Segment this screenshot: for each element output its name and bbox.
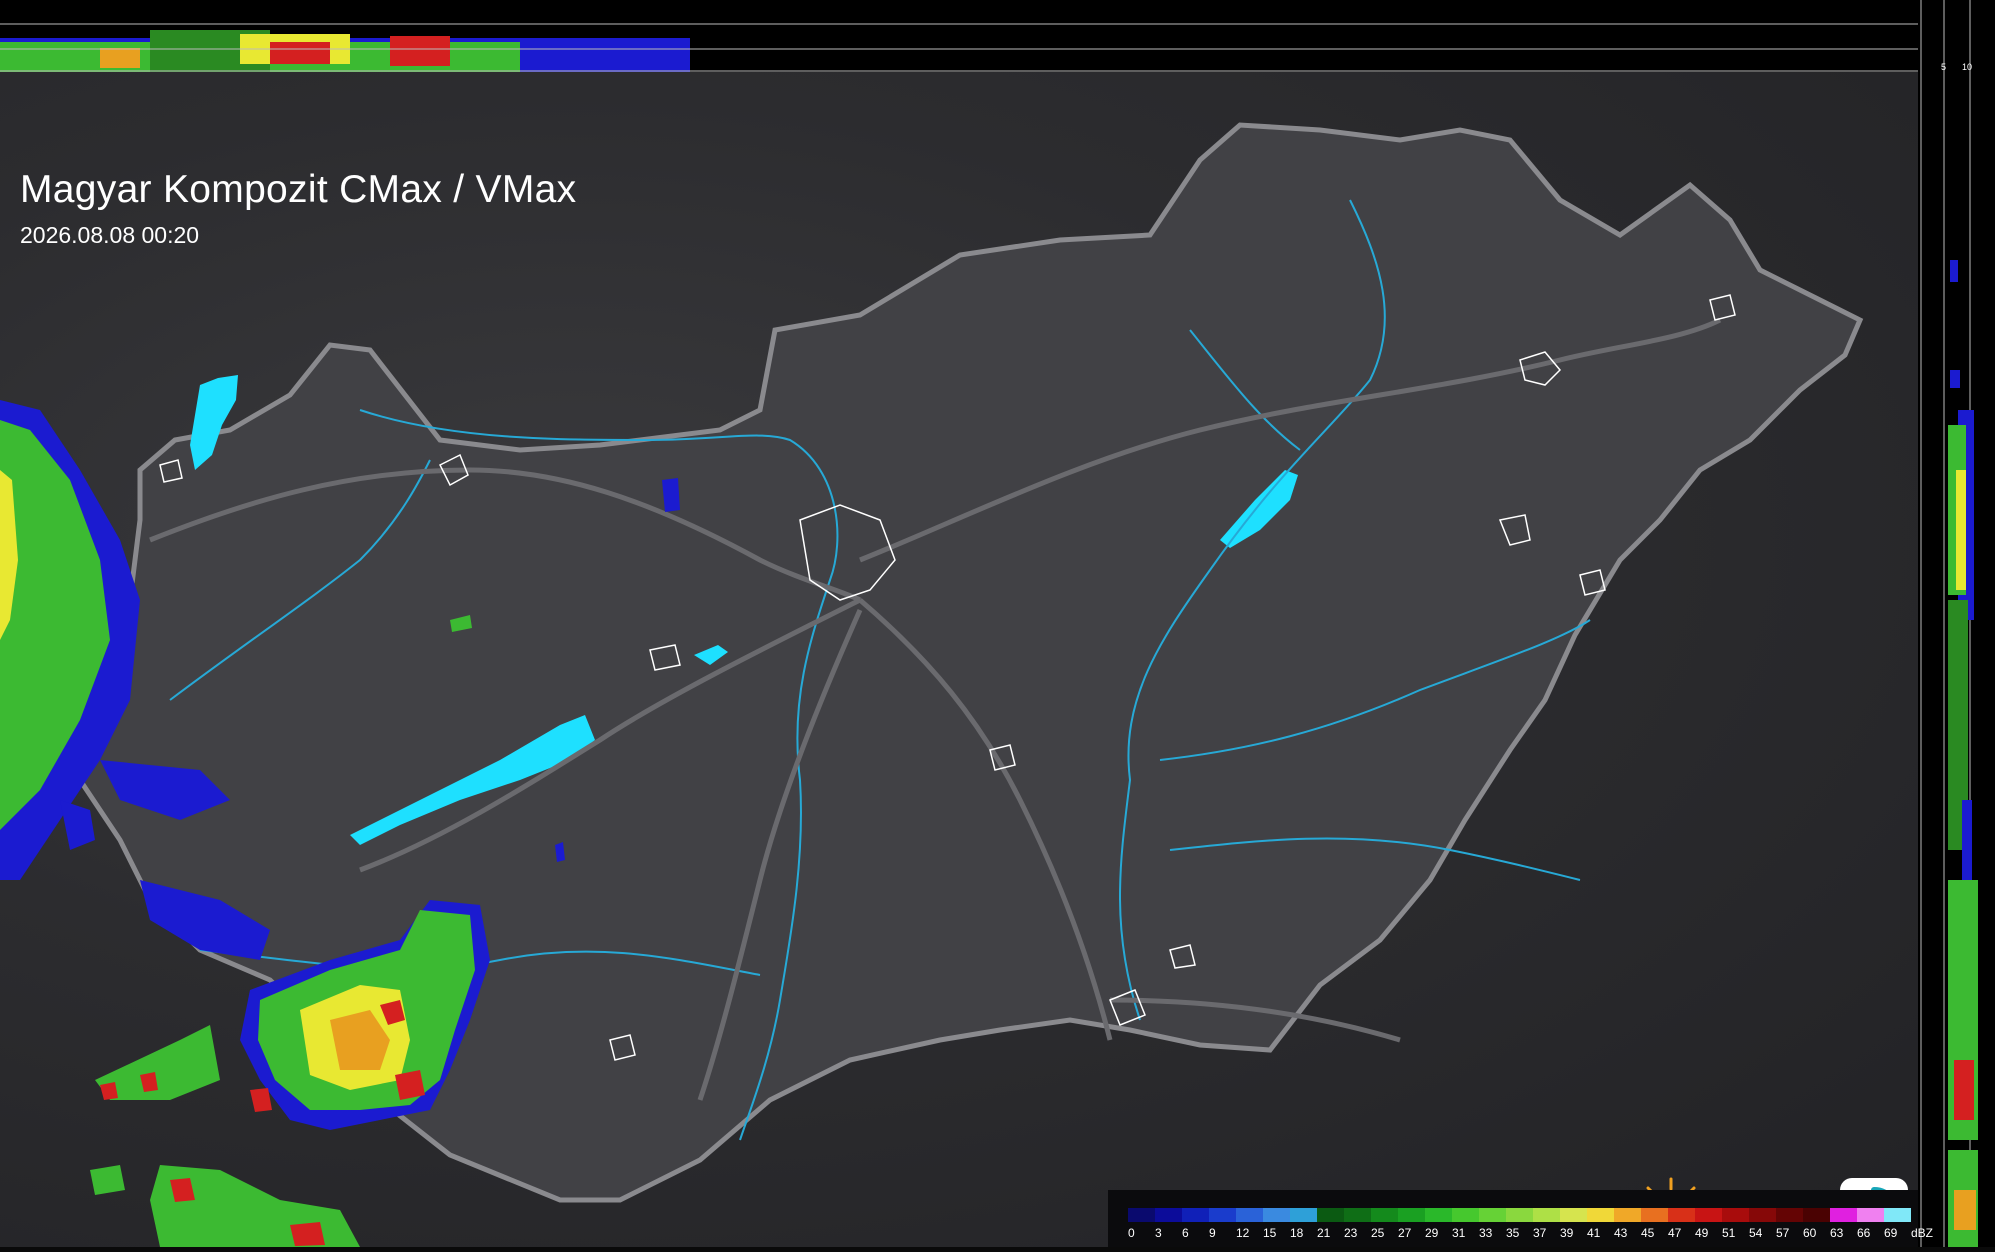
legend-swatch: [1722, 1208, 1749, 1222]
legend-tick: 69: [1884, 1226, 1898, 1240]
legend-swatch: [1479, 1208, 1506, 1222]
legend-swatch: [1209, 1208, 1236, 1222]
radar-echo-small-1: [662, 478, 680, 512]
legend-tick: 35: [1506, 1226, 1520, 1240]
legend-tick: 51: [1722, 1226, 1736, 1240]
legend-swatch: [1587, 1208, 1614, 1222]
side-profile-panel: 5 10: [1918, 0, 1995, 1247]
legend-unit: dBZ: [1911, 1226, 1934, 1240]
legend-tick: 45: [1641, 1226, 1655, 1240]
legend-tick: 31: [1452, 1226, 1466, 1240]
legend-swatch: [1452, 1208, 1479, 1222]
legend-tick: 9: [1209, 1226, 1216, 1240]
map-layers: [0, 122, 1864, 1247]
legend-tick: 6: [1182, 1226, 1189, 1240]
legend-tick: 66: [1857, 1226, 1871, 1240]
legend-tick: 63: [1830, 1226, 1844, 1240]
legend-tick: 12: [1236, 1226, 1250, 1240]
legend-swatch: [1857, 1208, 1884, 1222]
legend-swatch: [1695, 1208, 1722, 1222]
legend-swatch: [1506, 1208, 1533, 1222]
legend-tick: 57: [1776, 1226, 1790, 1240]
legend-tick-labels: 0 3 6 9 12 15 18 21 23 25 27 29 31 33 35 37 39 41 43 45 47 49…: [1128, 1226, 1938, 1240]
legend-swatch: [1128, 1208, 1155, 1222]
legend-tick: 21: [1317, 1226, 1331, 1240]
map-title: Magyar Kompozit CMax / VMax: [20, 168, 577, 211]
legend-tick: 3: [1155, 1226, 1162, 1240]
side-axis-label-10: 10: [1962, 62, 1973, 72]
legend-swatch: [1641, 1208, 1668, 1222]
legend-swatch: [1236, 1208, 1263, 1222]
legend-swatch: [1398, 1208, 1425, 1222]
legend-swatch: [1884, 1208, 1911, 1222]
legend-swatch: [1344, 1208, 1371, 1222]
legend-tick: 15: [1263, 1226, 1277, 1240]
legend-tick: 0: [1128, 1226, 1135, 1240]
legend-swatch: [1668, 1208, 1695, 1222]
legend-swatch: [1317, 1208, 1344, 1222]
legend-swatch: [1776, 1208, 1803, 1222]
legend-swatch: [1263, 1208, 1290, 1222]
legend-tick: 29: [1425, 1226, 1439, 1240]
legend-swatch: [1560, 1208, 1587, 1222]
legend-tick: 37: [1533, 1226, 1547, 1240]
dbz-legend: 0 3 6 9 12 15 18 21 23 25 27 29 31 33 35 37 39 41 43 45 47 49…: [1108, 1190, 1933, 1247]
legend-swatch: [1533, 1208, 1560, 1222]
top-profile-panel: 10 5: [0, 0, 1934, 72]
map-timestamp: 2026.08.08 00:20: [20, 222, 200, 248]
legend-swatch: [1803, 1208, 1830, 1222]
legend-color-bar: [1128, 1208, 1911, 1222]
legend-tick: 60: [1803, 1226, 1817, 1240]
side-axis-label-5: 5: [1941, 62, 1947, 72]
legend-swatch: [1290, 1208, 1317, 1222]
legend-tick: 23: [1344, 1226, 1358, 1240]
legend-swatch: [1749, 1208, 1776, 1222]
legend-tick: 39: [1560, 1226, 1574, 1240]
legend-swatch: [1425, 1208, 1452, 1222]
top-profile-graph: [0, 23, 1918, 72]
legend-tick: 33: [1479, 1226, 1493, 1240]
legend-tick: 49: [1695, 1226, 1709, 1240]
legend-tick: 41: [1587, 1226, 1601, 1240]
legend-tick: 54: [1749, 1226, 1763, 1240]
legend-tick: 27: [1398, 1226, 1412, 1240]
radar-map[interactable]: Magyar Kompozit CMax / VMax 2026.08.08 0…: [0, 72, 1918, 1247]
legend-swatch: [1614, 1208, 1641, 1222]
legend-tick: 18: [1290, 1226, 1304, 1240]
legend-swatch: [1182, 1208, 1209, 1222]
legend-swatch: [1371, 1208, 1398, 1222]
legend-tick: 47: [1668, 1226, 1682, 1240]
legend-tick: 43: [1614, 1226, 1628, 1240]
legend-tick: 25: [1371, 1226, 1385, 1240]
legend-swatch: [1830, 1208, 1857, 1222]
side-profile-graph: [1920, 0, 1978, 1247]
legend-swatch: [1155, 1208, 1182, 1222]
